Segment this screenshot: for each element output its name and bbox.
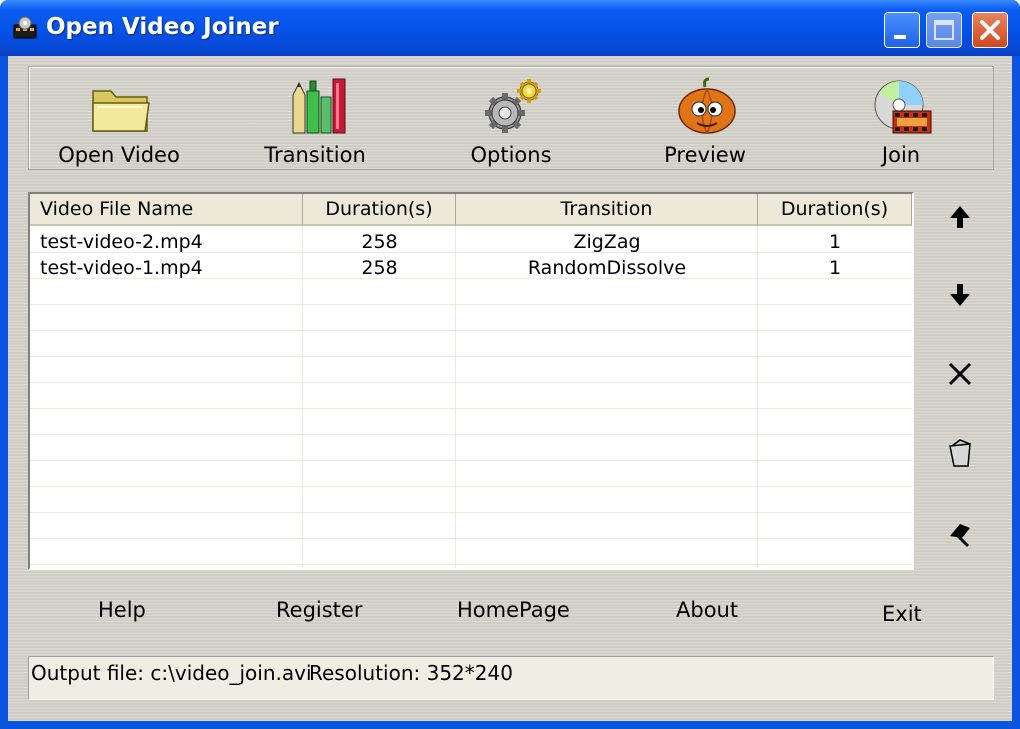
- app-icon: [13, 16, 37, 39]
- close-icon: [980, 20, 1000, 40]
- app-window: Open Video Joiner Open Video Transition …: [0, 0, 1020, 729]
- video-list[interactable]: Video File Name Duration(s) Transition D…: [28, 192, 914, 570]
- table-cell-filename[interactable]: test-video-1.mp4: [30, 255, 302, 281]
- row-divider: [30, 356, 912, 357]
- options-button[interactable]: Options: [441, 73, 581, 167]
- exit-link[interactable]: Exit: [882, 602, 922, 626]
- help-link[interactable]: Help: [98, 598, 146, 622]
- table-cell-duration[interactable]: 258: [303, 229, 456, 255]
- trash-button[interactable]: [940, 434, 980, 474]
- row-divider: [30, 538, 912, 539]
- column-header-duration[interactable]: Duration(s): [303, 194, 456, 226]
- maximize-button[interactable]: [926, 12, 962, 48]
- row-divider: [30, 460, 912, 461]
- clear-icon: [950, 524, 970, 548]
- client-area: Open Video Transition Options Preview Jo…: [8, 56, 1012, 721]
- row-divider: [30, 434, 912, 435]
- minimize-icon: [894, 35, 906, 39]
- pumpkin-icon: [678, 77, 736, 134]
- row-divider: [30, 564, 912, 565]
- transition-button[interactable]: Transition: [245, 73, 385, 167]
- table-cell-transition-duration[interactable]: 1: [758, 229, 912, 255]
- join-label: Join: [881, 143, 921, 167]
- table-cell-transition-duration[interactable]: 1: [758, 255, 912, 281]
- clear-button[interactable]: [940, 514, 980, 554]
- column-header-transition[interactable]: Transition: [456, 194, 758, 226]
- minimize-button[interactable]: [884, 12, 920, 48]
- join-button[interactable]: Join: [831, 73, 971, 167]
- move-down-button[interactable]: [940, 274, 980, 314]
- row-divider: [30, 486, 912, 487]
- row-divider: [30, 512, 912, 513]
- open-video-button[interactable]: Open Video: [49, 73, 189, 167]
- resolution-label: Resolution: 352*240: [309, 661, 513, 685]
- table-cell-transition[interactable]: ZigZag: [456, 229, 758, 255]
- close-button[interactable]: [972, 12, 1008, 48]
- column-header-filename[interactable]: Video File Name: [30, 194, 303, 226]
- gears-icon: [485, 79, 541, 133]
- table-cell-transition[interactable]: RandomDissolve: [456, 255, 758, 281]
- output-file-label: Output file: c:\video_join.avi: [31, 661, 312, 685]
- column-header-transition-duration[interactable]: Duration(s): [758, 194, 912, 226]
- table-cell-filename[interactable]: test-video-2.mp4: [30, 229, 302, 255]
- status-bar: Output file: c:\video_join.avi Resolutio…: [28, 656, 994, 700]
- preview-button[interactable]: Preview: [635, 73, 775, 167]
- pencils-icon: [292, 78, 346, 134]
- about-link[interactable]: About: [676, 598, 738, 622]
- open-video-label: Open Video: [58, 143, 180, 167]
- trash-icon: [949, 439, 971, 467]
- arrow-down-icon: [950, 284, 970, 306]
- arrow-up-icon: [950, 206, 970, 228]
- delete-button[interactable]: [940, 354, 980, 394]
- move-up-button[interactable]: [940, 196, 980, 236]
- maximize-icon: [934, 20, 954, 40]
- cd-film-icon: [874, 80, 932, 134]
- transition-label: Transition: [264, 143, 366, 167]
- preview-label: Preview: [664, 143, 746, 167]
- homepage-link[interactable]: HomePage: [457, 598, 570, 622]
- toolbar: Open Video Transition Options Preview Jo…: [28, 66, 994, 170]
- row-divider: [30, 408, 912, 409]
- row-divider: [30, 304, 912, 305]
- table-cell-duration[interactable]: 258: [303, 255, 456, 281]
- row-divider: [30, 330, 912, 331]
- options-label: Options: [470, 143, 552, 167]
- delete-icon: [948, 362, 972, 386]
- folder-icon: [92, 90, 150, 132]
- row-divider: [30, 382, 912, 383]
- title-bar[interactable]: Open Video Joiner: [0, 0, 1020, 56]
- window-title: Open Video Joiner: [46, 14, 279, 40]
- register-link[interactable]: Register: [276, 598, 362, 622]
